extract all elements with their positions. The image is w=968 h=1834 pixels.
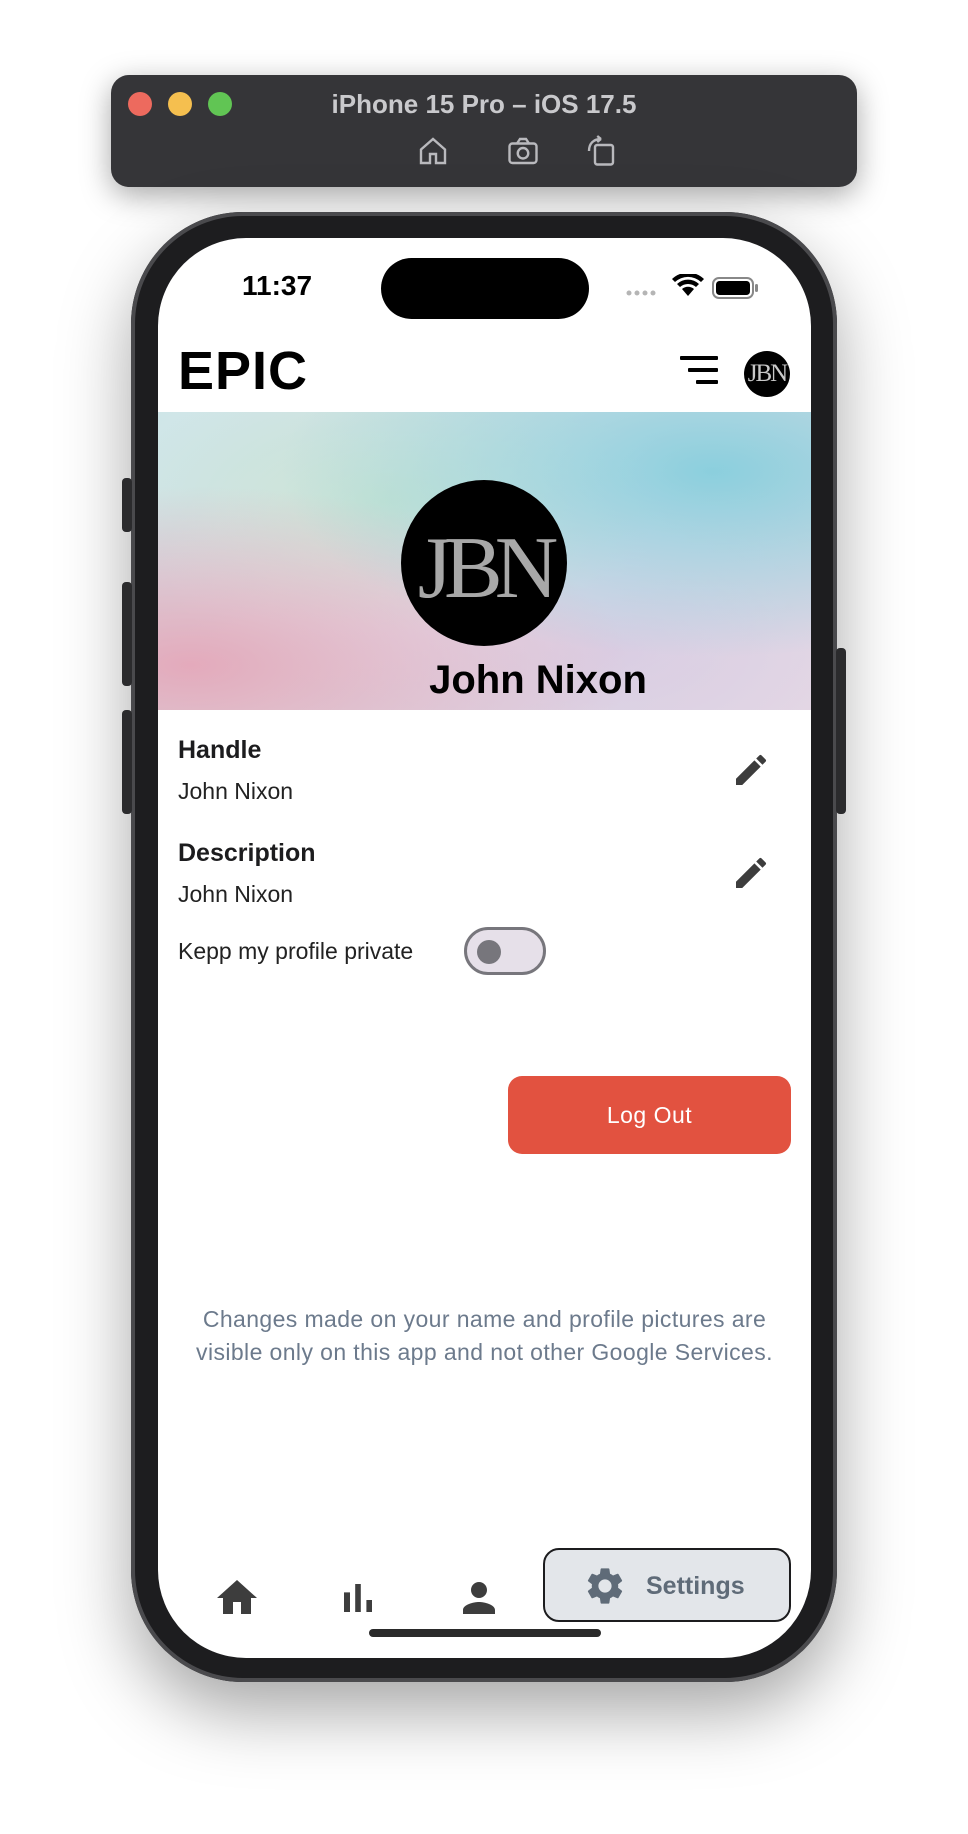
bar-chart-icon bbox=[344, 1584, 372, 1612]
action-button bbox=[122, 478, 132, 532]
nav-settings[interactable]: Settings bbox=[543, 1548, 791, 1622]
header-avatar-initials: JBN bbox=[747, 360, 788, 387]
pencil-icon bbox=[736, 857, 767, 888]
simulator-title-bar: iPhone 15 Pro – iOS 17.5 bbox=[111, 75, 857, 187]
home-icon bbox=[217, 1580, 257, 1614]
volume-down-button bbox=[122, 710, 132, 814]
profile-avatar[interactable]: JBN bbox=[401, 480, 567, 646]
edit-description-button[interactable] bbox=[731, 853, 771, 893]
app-title: EPIC bbox=[178, 341, 309, 401]
power-button bbox=[836, 648, 846, 814]
header-avatar[interactable]: JBN bbox=[744, 351, 790, 397]
profile-avatar-initials: JBN bbox=[417, 520, 559, 617]
rotate-icon[interactable] bbox=[583, 133, 619, 169]
cellular-icon bbox=[626, 290, 656, 296]
person-icon bbox=[463, 1582, 495, 1614]
gear-icon bbox=[587, 1568, 623, 1604]
menu-icon[interactable] bbox=[678, 352, 722, 388]
dynamic-island bbox=[381, 258, 589, 319]
handle-label: Handle bbox=[178, 736, 262, 764]
description-value: John Nixon bbox=[178, 881, 294, 907]
battery-icon bbox=[712, 277, 758, 299]
nav-stats[interactable] bbox=[323, 1563, 393, 1633]
status-icons bbox=[625, 272, 775, 304]
nav-home[interactable] bbox=[202, 1563, 272, 1633]
phone-screen: 11:37 EPIC JBN JBN John Nixon Handle Joh… bbox=[158, 238, 811, 1658]
volume-up-button bbox=[122, 582, 132, 686]
screenshot-icon[interactable] bbox=[505, 133, 541, 169]
nav-settings-label: Settings bbox=[646, 1572, 745, 1600]
description-label: Description bbox=[178, 839, 316, 867]
status-time: 11:37 bbox=[242, 270, 313, 301]
toggle-knob bbox=[477, 940, 501, 964]
handle-value: John Nixon bbox=[178, 778, 294, 804]
private-profile-toggle[interactable] bbox=[464, 927, 546, 975]
privacy-notice: Changes made on your name and profile pi… bbox=[196, 1306, 773, 1365]
profile-name: John Nixon bbox=[429, 658, 647, 702]
simulator-title: iPhone 15 Pro – iOS 17.5 bbox=[331, 89, 637, 119]
pencil-icon bbox=[736, 754, 767, 785]
nav-profile[interactable] bbox=[444, 1563, 514, 1633]
edit-handle-button[interactable] bbox=[731, 750, 771, 790]
home-icon[interactable] bbox=[415, 133, 451, 169]
home-indicator[interactable] bbox=[369, 1629, 601, 1637]
wifi-icon bbox=[672, 272, 704, 296]
private-profile-label: Kepp my profile private bbox=[178, 938, 414, 964]
logout-button[interactable]: Log Out bbox=[508, 1076, 791, 1154]
